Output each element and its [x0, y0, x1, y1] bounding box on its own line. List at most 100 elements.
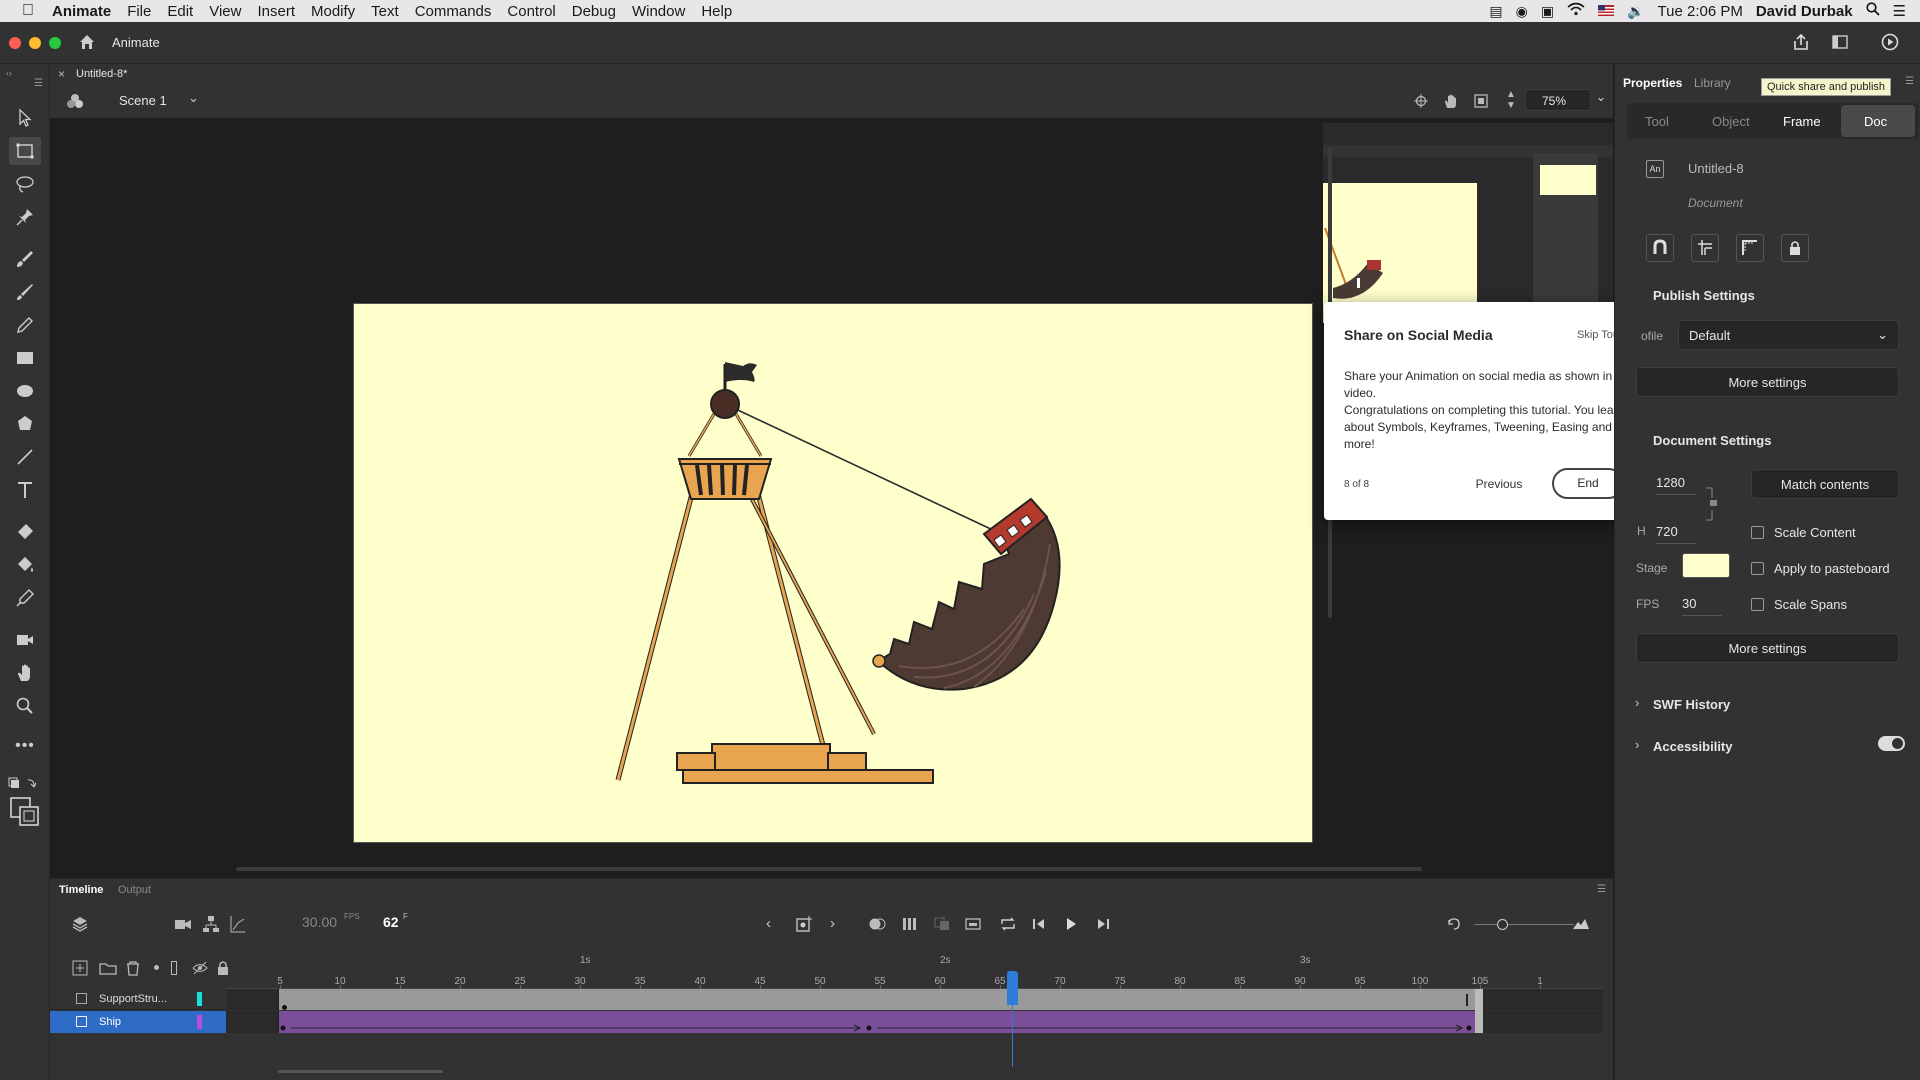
panel-menu-icon[interactable]: ☰ [1905, 76, 1914, 87]
fps-display[interactable]: 30.00 [302, 914, 337, 930]
guides-icon[interactable] [1691, 234, 1719, 262]
more-settings-button[interactable]: More settings [1636, 367, 1899, 397]
profile-select[interactable]: Default ⌄ [1678, 320, 1899, 350]
minimize-window-button[interactable] [29, 37, 41, 49]
camera-icon[interactable] [174, 917, 192, 936]
document-settings-header[interactable]: Document Settings [1653, 433, 1771, 448]
rotate-stage-icon[interactable] [1442, 92, 1460, 115]
subtab-frame[interactable]: Frame [1783, 114, 1821, 129]
playhead[interactable] [1007, 971, 1018, 1067]
workspace-icon[interactable] [1832, 35, 1848, 54]
delete-layer-icon[interactable] [125, 960, 141, 981]
timeline-menu-icon[interactable]: ☰ [1597, 884, 1606, 895]
lock-icon[interactable] [1781, 234, 1809, 262]
subtab-doc[interactable]: Doc [1864, 114, 1887, 129]
next-keyframe-icon[interactable]: › [830, 915, 835, 932]
stage-canvas[interactable] [353, 303, 1313, 843]
free-transform-tool-icon[interactable] [9, 137, 41, 165]
publish-settings-header[interactable]: Publish Settings [1653, 288, 1755, 303]
hand-tool-icon[interactable] [9, 659, 41, 687]
layer-row-support[interactable]: SupportStru... [50, 989, 252, 1010]
scale-spans-checkbox[interactable] [1751, 598, 1764, 611]
pencil-tool-icon[interactable] [9, 311, 41, 339]
scene-dropdown-icon[interactable]: ⌄ [188, 90, 199, 106]
close-doc-icon[interactable]: × [58, 67, 65, 81]
menu-control[interactable]: Control [499, 3, 563, 20]
swf-history-header[interactable]: SWF History [1653, 697, 1730, 712]
collapse-panel-icon[interactable]: ‹› [6, 68, 12, 78]
polystar-tool-icon[interactable] [9, 410, 41, 438]
clip-content-icon[interactable] [1473, 93, 1489, 114]
zoom-window-button[interactable] [49, 37, 61, 49]
apple-icon[interactable]:  [0, 2, 44, 20]
zoom-tool-icon[interactable] [9, 692, 41, 720]
timeline-zoom-knob[interactable] [1497, 919, 1508, 930]
camera-tool-icon[interactable] [9, 626, 41, 654]
volume-icon[interactable]: 🔉 [1627, 3, 1644, 20]
swf-history-chevron-icon[interactable]: › [1635, 695, 1639, 710]
rectangle-tool-icon[interactable] [9, 344, 41, 372]
subtab-tool[interactable]: Tool [1645, 114, 1669, 129]
menu-modify[interactable]: Modify [303, 3, 363, 20]
match-contents-button[interactable]: Match contents [1751, 469, 1899, 499]
apply-pasteboard-checkbox[interactable] [1751, 562, 1764, 575]
line-tool-icon[interactable] [9, 443, 41, 471]
horizontal-scrollbar[interactable] [236, 867, 1422, 871]
zoom-stepper-icon[interactable]: ▲ ▼ [1506, 89, 1516, 111]
scale-content-checkbox[interactable] [1751, 526, 1764, 539]
ship-tween-span[interactable] [278, 1011, 1475, 1033]
timeline-hscrollbar[interactable] [278, 1070, 443, 1073]
control-center-icon[interactable]: ☰ [1893, 2, 1906, 20]
menu-window[interactable]: Window [624, 3, 693, 20]
zoom-dropdown-icon[interactable]: ⌄ [1592, 89, 1610, 111]
menu-view[interactable]: View [201, 3, 249, 20]
loop-icon[interactable] [999, 916, 1017, 937]
cc-status-icon[interactable]: ▤ [1489, 3, 1502, 20]
zoom-input[interactable]: 75% [1525, 89, 1591, 111]
menu-edit[interactable]: Edit [159, 3, 201, 20]
onion-skin-icon[interactable] [868, 917, 886, 936]
keyframe-marker[interactable] [282, 1005, 287, 1010]
snap-magnet-icon[interactable] [1646, 234, 1674, 262]
tab-library[interactable]: Library [1694, 76, 1731, 90]
menu-debug[interactable]: Debug [564, 3, 624, 20]
accessibility-toggle[interactable] [1878, 736, 1905, 751]
prev-keyframe-icon[interactable]: ‹ [766, 915, 771, 932]
swap-colors-icon[interactable] [8, 776, 38, 794]
new-layer-icon[interactable] [72, 960, 88, 981]
brush-tool-icon[interactable] [9, 278, 41, 306]
timeline-zoom-slider[interactable] [1474, 924, 1574, 925]
current-frame-display[interactable]: 62 [383, 914, 399, 930]
outline-layers-icon[interactable] [171, 961, 177, 975]
link-dimensions-icon[interactable] [1706, 484, 1720, 529]
layer-color-ship[interactable] [197, 1015, 202, 1029]
layer-row-ship[interactable]: Ship [50, 1011, 226, 1033]
sync-icon[interactable] [934, 917, 950, 936]
layer-color-support[interactable] [197, 992, 202, 1006]
layer-name-ship[interactable]: Ship [99, 1016, 121, 1028]
test-movie-icon[interactable] [1881, 33, 1899, 56]
fps-input[interactable]: 30 [1682, 596, 1696, 611]
accessibility-header[interactable]: Accessibility [1653, 739, 1733, 754]
lasso-tool-icon[interactable] [9, 170, 41, 198]
paint-brush-tool-icon[interactable] [9, 245, 41, 273]
share-icon[interactable] [1792, 33, 1810, 56]
step-forward-icon[interactable] [1096, 917, 1110, 936]
menu-app-name[interactable]: Animate [44, 3, 119, 20]
edit-symbols-icon[interactable] [66, 92, 84, 115]
flag-icon[interactable] [1598, 3, 1615, 20]
more-tools-icon[interactable]: ••• [9, 732, 41, 760]
stage-color-swatch[interactable] [1682, 553, 1730, 578]
step-back-icon[interactable] [1032, 917, 1046, 936]
home-icon[interactable] [78, 33, 96, 56]
wifi-icon[interactable] [1567, 2, 1585, 20]
oval-tool-icon[interactable] [9, 377, 41, 405]
tab-properties[interactable]: Properties [1623, 76, 1682, 90]
tab-timeline[interactable]: Timeline [59, 884, 103, 896]
menu-commands[interactable]: Commands [407, 3, 500, 20]
text-tool-icon[interactable] [9, 476, 41, 504]
support-frames-span[interactable] [278, 989, 1475, 1010]
clock[interactable]: Tue 2:06 PM [1658, 3, 1743, 20]
tab-output[interactable]: Output [118, 884, 151, 896]
insert-keyframe-icon[interactable] [796, 916, 812, 937]
